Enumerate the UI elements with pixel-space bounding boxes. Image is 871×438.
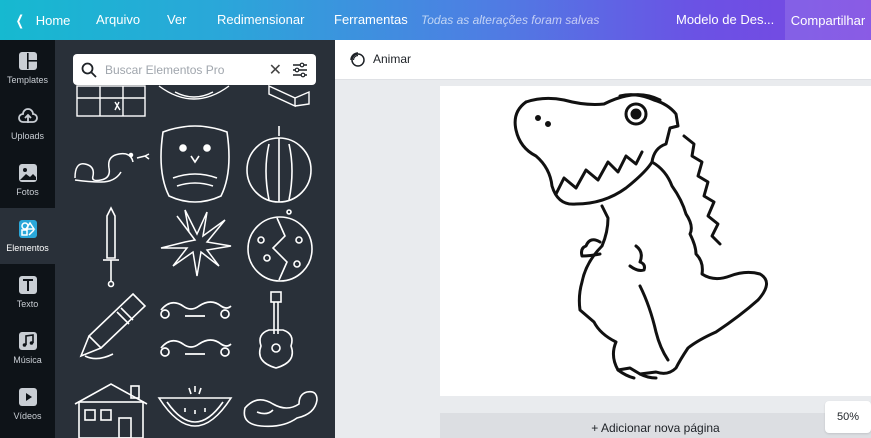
- zoom-level[interactable]: 50%: [825, 401, 871, 433]
- element-megaphone[interactable]: [265, 84, 317, 108]
- search-icon: [81, 62, 97, 78]
- element-vegetable[interactable]: [237, 384, 321, 438]
- filter-icon[interactable]: [292, 62, 308, 78]
- element-house[interactable]: [71, 380, 151, 438]
- sidebar-item-label: Texto: [16, 299, 39, 309]
- element-watermelon[interactable]: [155, 384, 235, 438]
- animate-label: Animar: [373, 52, 412, 66]
- sidebar-item-label: Fotos: [16, 187, 39, 197]
- templates-icon: [18, 52, 37, 70]
- sidebar-item-label: Templates: [6, 75, 49, 85]
- clear-icon[interactable]: ✕: [269, 60, 282, 80]
- photos-icon: [18, 164, 37, 182]
- chevron-left-icon: ❮: [15, 12, 24, 28]
- sidebar-item-label: Uploads: [10, 131, 45, 141]
- music-icon: [18, 332, 37, 350]
- element-pencil-drawing[interactable]: [77, 290, 149, 366]
- sidebar-item-videos[interactable]: Vídeos: [0, 376, 55, 432]
- document-title[interactable]: Modelo de Des...: [676, 12, 774, 27]
- sidebar-item-label: Vídeos: [13, 411, 42, 421]
- sidebar-item-label: Elementos: [6, 243, 49, 253]
- sidebar-item-uploads[interactable]: Uploads: [0, 96, 55, 152]
- animate-icon: [350, 52, 365, 67]
- sidebar-item-templates[interactable]: Templates: [0, 40, 55, 96]
- element-pizza-plate[interactable]: [155, 84, 233, 106]
- element-owl[interactable]: [155, 122, 235, 206]
- menu-ver[interactable]: Ver: [167, 12, 187, 27]
- element-sword[interactable]: [99, 206, 123, 288]
- menu-redimensionar[interactable]: Redimensionar: [217, 12, 304, 27]
- add-page-button[interactable]: + Adicionar nova página: [440, 413, 871, 438]
- search-input[interactable]: Buscar Elementos Pro: [105, 63, 269, 77]
- animate-button[interactable]: Animar: [349, 51, 411, 67]
- sidebar-item-musica[interactable]: Música: [0, 320, 55, 376]
- sidebar-item-label: Música: [13, 355, 42, 365]
- editor-area: Animar + Adicionar nova página 50%: [335, 40, 871, 438]
- element-guitar[interactable]: [253, 290, 299, 372]
- elements-icon: [18, 220, 37, 238]
- editor-toolbar: Animar: [335, 40, 871, 80]
- upload-icon: [17, 108, 38, 123]
- sidebar-item-elementos[interactable]: Elementos: [0, 208, 55, 264]
- element-window-drawing[interactable]: [75, 84, 147, 118]
- home-label: Home: [35, 13, 71, 28]
- menu-ferramentas[interactable]: Ferramentas: [334, 12, 408, 27]
- element-cracked-egg[interactable]: [243, 206, 317, 288]
- share-button[interactable]: Compartilhar: [785, 0, 871, 40]
- elements-panel: Buscar Elementos Pro ✕: [55, 40, 335, 438]
- save-status: Todas as alterações foram salvas: [421, 13, 600, 27]
- sidebar-item-texto[interactable]: Texto: [0, 264, 55, 320]
- design-canvas[interactable]: [440, 86, 871, 396]
- home-button[interactable]: ❮ Home: [14, 12, 71, 29]
- sidebar-item-fotos[interactable]: Fotos: [0, 152, 55, 208]
- dinosaur-illustration[interactable]: [440, 86, 871, 396]
- element-snake[interactable]: [71, 142, 151, 186]
- text-icon: [18, 276, 37, 294]
- menu-arquivo[interactable]: Arquivo: [96, 12, 140, 27]
- sidebar-rail: Templates Uploads Fotos Elementos Texto …: [0, 40, 55, 438]
- top-bar: ❮ Home Arquivo Ver Redimensionar Ferrame…: [0, 0, 871, 40]
- search-bar[interactable]: Buscar Elementos Pro ✕: [73, 54, 316, 85]
- element-pumpkin[interactable]: [243, 122, 315, 204]
- video-icon: [18, 388, 37, 406]
- element-ornament-flourishes[interactable]: [155, 296, 235, 362]
- element-flower-bouquet[interactable]: [155, 206, 235, 282]
